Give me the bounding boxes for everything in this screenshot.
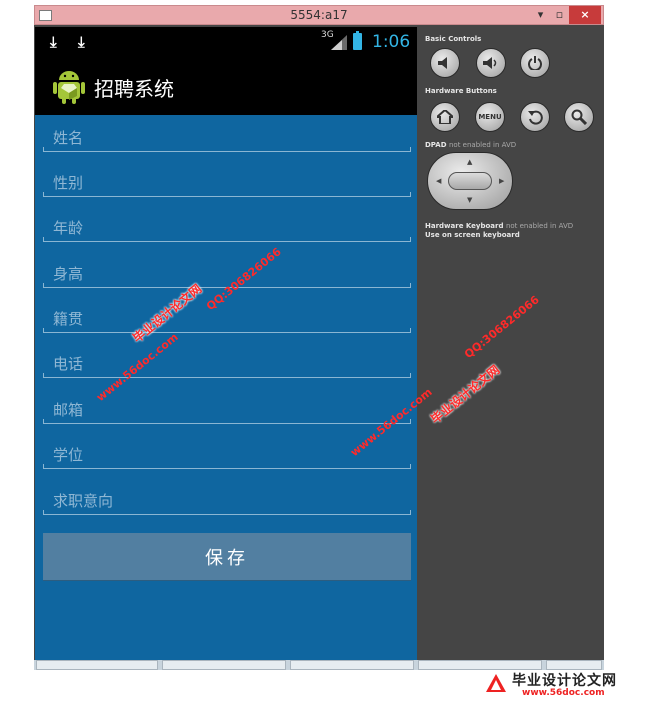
footer-brand-text: 毕业设计论文网 (512, 673, 617, 689)
emulator-title-bar: 5554:a17 ▾ ▫ × (34, 5, 604, 25)
volume-up-button[interactable] (476, 48, 506, 78)
brand-mark-icon (486, 674, 506, 692)
download-icon: ⤓ (78, 33, 85, 51)
name-field (43, 126, 411, 152)
home-button[interactable] (430, 102, 460, 132)
device-screen: ⤓ ⤓ 3G 1:06 招聘系统 姓名 性别 年龄 身高 籍贯 电话 邮箱 学位… (35, 27, 417, 660)
power-button[interactable] (520, 48, 550, 78)
status-clock: 1:06 (372, 32, 411, 52)
window-title: 5554:a17 (290, 8, 348, 22)
download-icon: ⤓ (50, 33, 57, 51)
footer-brand-logo: 毕业设计论文网 www.56doc.com (486, 670, 646, 700)
hometown-field (43, 307, 411, 333)
phone-field (43, 352, 411, 378)
hometown-input[interactable] (43, 307, 411, 331)
save-button[interactable]: 保存 (43, 533, 411, 580)
dpad-note: not enabled in AVD (448, 141, 517, 149)
home-icon (437, 110, 453, 124)
keyboard-heading: Hardware Keyboard not enabled in AVD (425, 222, 573, 230)
dpad-heading: DPAD not enabled in AVD (425, 141, 516, 149)
dpad-left-arrow-icon: ◀ (436, 177, 442, 185)
battery-icon (353, 31, 362, 50)
dpad-control[interactable]: ▲ ▼ ◀ ▶ (427, 152, 513, 210)
email-field (43, 398, 411, 424)
dpad-center-button[interactable] (448, 172, 492, 190)
keyboard-title: Hardware Keyboard (425, 222, 504, 230)
taskbar-item[interactable] (418, 660, 542, 670)
restore-button[interactable]: ▫ (550, 6, 569, 24)
job-intention-input[interactable] (43, 489, 411, 513)
phone-input[interactable] (43, 352, 411, 376)
job-intention-field (43, 489, 411, 515)
basic-controls-heading: Basic Controls (425, 35, 482, 43)
taskbar-item[interactable] (162, 660, 286, 670)
dpad-up-arrow-icon: ▲ (467, 158, 473, 166)
menu-button[interactable]: MENU (475, 102, 505, 132)
name-input[interactable] (43, 126, 411, 150)
search-button[interactable] (564, 102, 594, 132)
email-input[interactable] (43, 398, 411, 422)
dpad-title: DPAD (425, 141, 447, 149)
dpad-right-arrow-icon: ▶ (499, 177, 505, 185)
volume-up-icon (483, 57, 497, 69)
dpad-down-arrow-icon: ▼ (467, 196, 473, 204)
volume-down-icon (438, 57, 447, 69)
keyboard-note: not enabled in AVD (505, 222, 574, 230)
minimize-button[interactable]: ▾ (531, 6, 550, 24)
close-button[interactable]: × (569, 6, 601, 24)
power-icon (528, 56, 542, 70)
taskbar-item[interactable] (36, 660, 158, 670)
status-bar: ⤓ ⤓ 3G 1:06 (35, 27, 417, 57)
age-input[interactable] (43, 216, 411, 240)
search-icon (571, 109, 587, 125)
android-logo-icon (53, 71, 85, 104)
height-input[interactable] (43, 262, 411, 286)
gender-field (43, 171, 411, 197)
taskbar-item[interactable] (290, 660, 414, 670)
age-field (43, 216, 411, 242)
signal-icon (331, 35, 347, 50)
footer-url-text: www.56doc.com (522, 688, 605, 698)
taskbar-item[interactable] (546, 660, 602, 670)
back-icon (528, 110, 543, 125)
action-bar: 招聘系统 (35, 57, 417, 115)
back-button[interactable] (520, 102, 550, 132)
keyboard-hint: Use on screen keyboard (425, 231, 520, 239)
hardware-buttons-heading: Hardware Buttons (425, 87, 497, 95)
gender-input[interactable] (43, 171, 411, 195)
emulator-control-panel: Basic Controls Hardware Buttons MENU DPA… (418, 27, 604, 660)
volume-down-button[interactable] (430, 48, 460, 78)
window-controls: ▾ ▫ × (531, 6, 601, 24)
app-title: 招聘系统 (94, 77, 174, 101)
